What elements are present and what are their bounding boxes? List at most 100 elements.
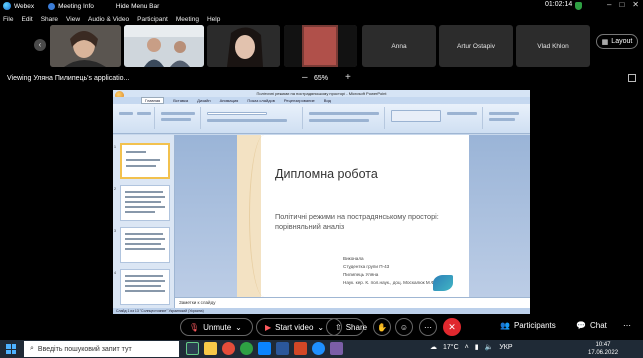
- thumb-line: [125, 275, 163, 277]
- video-tile-participant-1[interactable]: [50, 25, 121, 67]
- leave-meeting-button[interactable]: ✕: [443, 318, 461, 336]
- ribbon-group-clipboard: [115, 107, 155, 129]
- word-icon[interactable]: [276, 342, 289, 355]
- ribbon-control: [489, 118, 515, 121]
- more-options-button[interactable]: ⋯: [419, 318, 437, 336]
- app-icon[interactable]: [330, 342, 343, 355]
- fullscreen-icon[interactable]: [628, 74, 636, 82]
- thumb-line: [125, 290, 165, 292]
- close-icon[interactable]: ✕: [632, 0, 639, 9]
- unmute-button[interactable]: 🎙 Unmute ⌄: [180, 318, 253, 336]
- maximize-icon[interactable]: □: [619, 0, 624, 9]
- zoom-out-button[interactable]: –: [302, 72, 308, 83]
- ribbon-control: [489, 112, 519, 115]
- chevron-down-icon: ⌄: [235, 322, 242, 332]
- info-line: Студентка групи П-43: [343, 264, 390, 269]
- windows-taskbar: ⌕ Введіть пошуковий запит тут ☁ 17°C ˄ ▮…: [0, 340, 643, 358]
- people-icon: 👥: [500, 321, 510, 330]
- meeting-controls: 🎙 Unmute ⌄ ▶ Start video ⌄ ⇧ Share ✋ ☺ ⋯…: [0, 316, 643, 338]
- raise-hand-button[interactable]: ✋: [373, 318, 391, 336]
- shared-screen: Політичні режими на пострадянському прос…: [113, 90, 530, 314]
- security-shield-icon[interactable]: [575, 2, 582, 10]
- video-tile-participant-3[interactable]: [207, 25, 280, 67]
- menu-view[interactable]: View: [66, 16, 80, 23]
- slide-thumbnail: [120, 227, 170, 263]
- thumb-line: [125, 191, 163, 193]
- menu-share[interactable]: Share: [41, 16, 58, 23]
- participant-video-1: [50, 25, 121, 67]
- webex-taskbar-icon[interactable]: [312, 342, 325, 355]
- slide-subtitle: Політичні режими на пострадянському прос…: [275, 212, 439, 231]
- ribbon-control: [161, 112, 195, 115]
- ppt-tab: Показ слайдов: [247, 98, 275, 103]
- participant-video-3: [207, 25, 280, 67]
- taskbar-clock[interactable]: 10:47 17.06.2022: [588, 341, 618, 357]
- chat-label: Chat: [589, 321, 607, 330]
- weather-icon[interactable]: ☁: [430, 343, 437, 351]
- menu-help[interactable]: Help: [207, 16, 220, 23]
- reactions-button[interactable]: ☺: [395, 318, 413, 336]
- share-icon: ⇧: [335, 322, 342, 332]
- thumb-line: [126, 151, 146, 153]
- menu-edit[interactable]: Edit: [21, 16, 32, 23]
- taskbar-search[interactable]: ⌕ Введіть пошуковий запит тут: [24, 341, 179, 357]
- layout-label: Layout: [611, 38, 633, 45]
- search-placeholder: Введіть пошуковий запит тут: [37, 345, 132, 353]
- menu-file[interactable]: File: [3, 16, 13, 23]
- name-tile-artur[interactable]: Artur Ostapiv: [439, 25, 513, 67]
- ppt-tab: Вид: [323, 98, 332, 103]
- menu-meeting[interactable]: Meeting: [176, 16, 199, 23]
- unmute-label: Unmute: [203, 322, 232, 332]
- volume-icon[interactable]: 🔈: [485, 343, 494, 351]
- meeting-timer: 01:02:14: [545, 1, 573, 8]
- ribbon-control: [161, 118, 191, 121]
- thumb-line: [125, 206, 165, 208]
- thumb-line: [125, 211, 155, 213]
- system-tray: ☁ 17°C ˄ ▮ 🔈 УКР: [430, 343, 513, 352]
- ribbon-control: [447, 112, 477, 115]
- hide-menu-bar-button[interactable]: Hide Menu Bar: [116, 3, 159, 10]
- temperature[interactable]: 17°C: [443, 344, 459, 351]
- hand-icon: ✋: [377, 322, 387, 332]
- window-controls: – □ ✕: [607, 0, 639, 9]
- share-button[interactable]: ⇧ Share: [326, 318, 367, 336]
- slide-thumbnails-panel: 1 2 3 4: [113, 135, 175, 309]
- meeting-info-button[interactable]: Meeting Info: [58, 3, 94, 10]
- university-logo-icon: [433, 275, 453, 291]
- zoom-level[interactable]: 65%: [314, 75, 328, 82]
- mail-icon[interactable]: [258, 342, 271, 355]
- layout-button[interactable]: ▦ Layout: [596, 34, 638, 49]
- clock-time: 10:47: [595, 342, 611, 348]
- name-tile-vlad[interactable]: Vlad Khlon: [516, 25, 590, 67]
- video-tile-participant-2[interactable]: [124, 25, 204, 67]
- powerpoint-icon[interactable]: [294, 342, 307, 355]
- ribbon-group-paragraph: [305, 107, 385, 129]
- menu-participant[interactable]: Participant: [137, 16, 168, 23]
- zoom-in-button[interactable]: +: [345, 72, 351, 83]
- file-explorer-icon[interactable]: [204, 342, 217, 355]
- name-tile-anna[interactable]: Anna: [362, 25, 436, 67]
- participants-label: Participants: [513, 321, 556, 330]
- chat-button[interactable]: 💬 Chat: [576, 321, 607, 330]
- tray-chevron-icon[interactable]: ˄: [465, 344, 469, 351]
- chrome-icon[interactable]: [240, 342, 253, 355]
- info-line: Наук. кер. К. пол.наук., доц. Москалюк М…: [343, 280, 436, 285]
- video-tile-participant-4[interactable]: [284, 25, 357, 67]
- viewing-label: Viewing Уляна Пилипець's applicatio...: [7, 75, 130, 82]
- opera-icon[interactable]: [222, 342, 235, 355]
- info-icon[interactable]: [48, 2, 56, 10]
- windows-start-icon[interactable]: [6, 344, 16, 354]
- participants-button[interactable]: 👥 Participants: [500, 321, 556, 330]
- prev-participants-button[interactable]: ‹: [34, 39, 46, 51]
- ribbon-shapes: [391, 110, 441, 122]
- thumb-line: [126, 165, 156, 167]
- minimize-icon[interactable]: –: [607, 0, 611, 9]
- menu-audio-video[interactable]: Audio & Video: [88, 16, 129, 23]
- task-view-icon[interactable]: [186, 342, 199, 355]
- chevron-down-icon: ⌄: [317, 322, 325, 332]
- language-indicator[interactable]: УКР: [499, 344, 512, 351]
- network-icon[interactable]: ▮: [475, 343, 479, 351]
- participant-name: Vlad Khlon: [537, 42, 569, 50]
- ppt-title-bar: Політичні режими на пострадянському прос…: [113, 90, 530, 97]
- more-panels-button[interactable]: ⋯: [623, 321, 631, 330]
